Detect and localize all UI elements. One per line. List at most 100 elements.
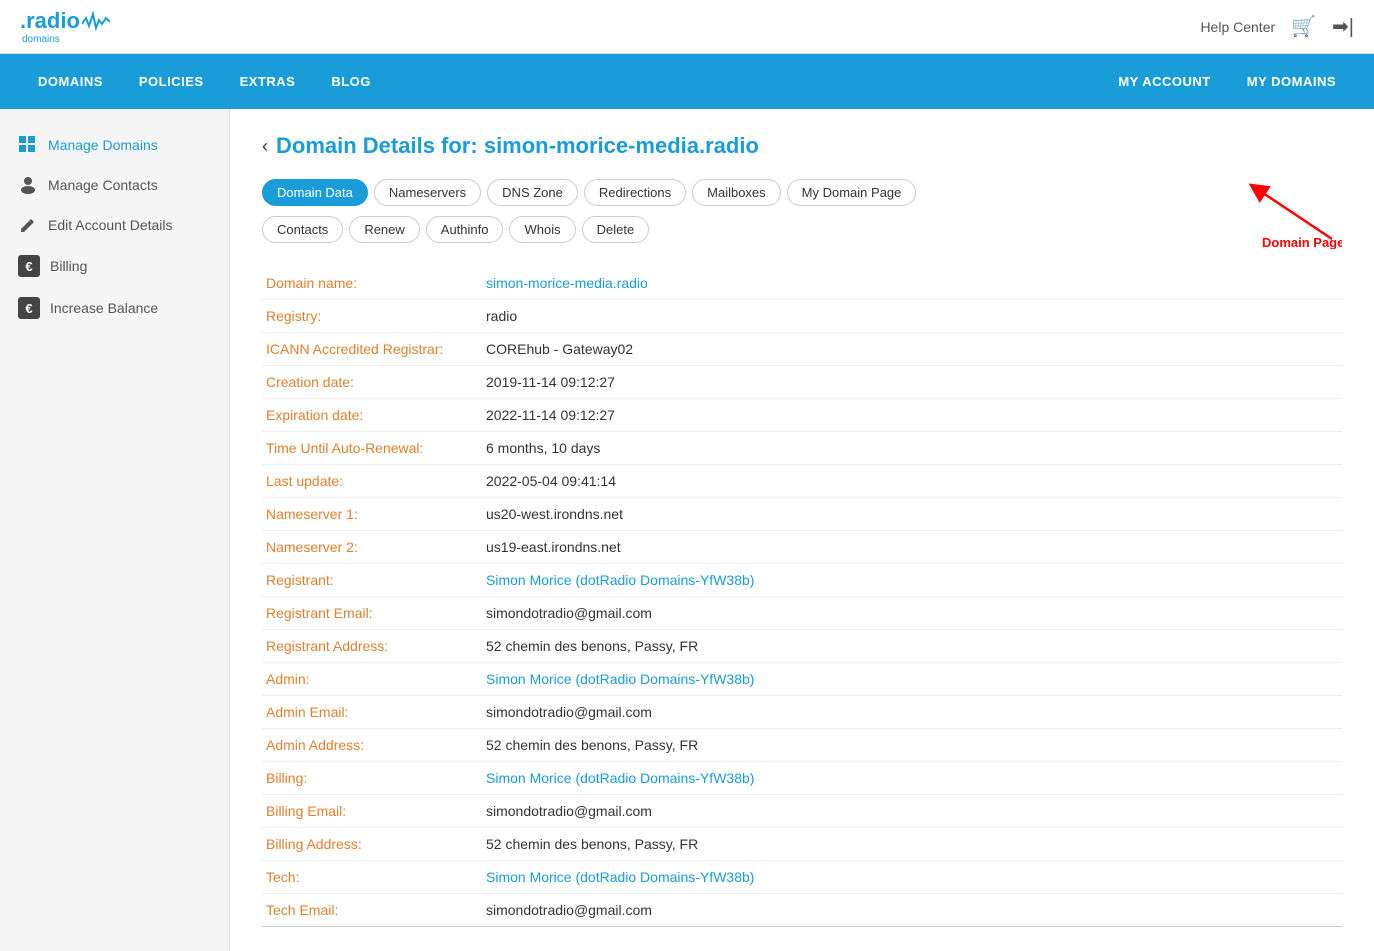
domain-field-value[interactable]: simon-morice-media.radio [482,267,1342,300]
logo-wave-icon [82,10,110,32]
domain-field-value[interactable]: Simon Morice (dotRadio Domains-YfW38b) [482,663,1342,696]
tab-renew[interactable]: Renew [349,216,419,243]
sidebar-label-edit-account: Edit Account Details [48,217,173,233]
domain-field-value: us20-west.irondns.net [482,498,1342,531]
domain-field-label: Admin: [262,663,482,696]
tab-my-domain-page[interactable]: My Domain Page [787,179,917,206]
domain-field-label: Creation date: [262,366,482,399]
nav-domains[interactable]: DOMAINS [20,54,121,109]
page-title-area: ‹ Domain Details for: simon-morice-media… [262,133,1342,159]
domain-field-label: Last update: [262,465,482,498]
tabs-container: Domain Data Nameservers DNS Zone Redirec… [262,179,1342,206]
domain-field-label: Expiration date: [262,399,482,432]
content-area: ‹ Domain Details for: simon-morice-media… [230,109,1374,951]
domain-field-value: COREhub - Gateway02 [482,333,1342,366]
nav-extras[interactable]: EXTRAS [222,54,314,109]
domain-field-value[interactable]: Simon Morice (dotRadio Domains-YfW38b) [482,564,1342,597]
domain-field-label: Billing Email: [262,795,482,828]
table-row: Tech Email:simondotradio@gmail.com [262,894,1342,927]
domain-field-value: simondotradio@gmail.com [482,894,1342,927]
nav-my-domains[interactable]: MY DOMAINS [1229,54,1354,109]
table-row: Registrant Email:simondotradio@gmail.com [262,597,1342,630]
domain-field-label: Domain name: [262,267,482,300]
domain-field-label: Billing Address: [262,828,482,861]
domain-field-value: radio [482,300,1342,333]
table-row: Billing Address:52 chemin des benons, Pa… [262,828,1342,861]
domain-field-value: 52 chemin des benons, Passy, FR [482,630,1342,663]
cart-icon[interactable]: 🛒 [1291,14,1316,39]
sidebar-label-billing: Billing [50,258,87,274]
tab-domain-data[interactable]: Domain Data [262,179,368,206]
domain-field-label: Registrant Address: [262,630,482,663]
domain-field-value: 2019-11-14 09:12:27 [482,366,1342,399]
domain-field-label: ICANN Accredited Registrar: [262,333,482,366]
domain-field-label: Admin Address: [262,729,482,762]
table-row: Tech:Simon Morice (dotRadio Domains-YfW3… [262,861,1342,894]
logo[interactable]: .radio domains [20,8,110,45]
domain-field-value: simondotradio@gmail.com [482,597,1342,630]
grid-icon [18,135,38,155]
domain-field-value: 52 chemin des benons, Passy, FR [482,828,1342,861]
domain-field-label: Nameserver 1: [262,498,482,531]
sidebar-label-manage-domains: Manage Domains [48,137,158,153]
domain-field-value: us19-east.irondns.net [482,531,1342,564]
tab-authinfo[interactable]: Authinfo [426,216,504,243]
balance-icon: € [18,297,40,319]
domain-field-value: simondotradio@gmail.com [482,795,1342,828]
sidebar-label-manage-contacts: Manage Contacts [48,177,158,193]
logo-domains: domains [22,34,60,45]
login-icon[interactable]: ➡| [1332,14,1354,39]
table-row: Registry:radio [262,300,1342,333]
domain-data-table: Domain name:simon-morice-media.radioRegi… [262,267,1342,927]
sidebar-item-edit-account[interactable]: Edit Account Details [0,205,229,245]
domain-field-value[interactable]: Simon Morice (dotRadio Domains-YfW38b) [482,762,1342,795]
person-icon [18,175,38,195]
tab-dns-zone[interactable]: DNS Zone [487,179,578,206]
nav-policies[interactable]: POLICIES [121,54,222,109]
sidebar-item-manage-contacts[interactable]: Manage Contacts [0,165,229,205]
billing-icon: € [18,255,40,277]
domain-field-label: Tech Email: [262,894,482,927]
sidebar-item-increase-balance[interactable]: € Increase Balance [0,287,229,329]
back-arrow-icon[interactable]: ‹ [262,136,268,157]
table-row: Last update:2022-05-04 09:41:14 [262,465,1342,498]
table-row: Expiration date:2022-11-14 09:12:27 [262,399,1342,432]
table-row: Admin Address:52 chemin des benons, Pass… [262,729,1342,762]
nav-blog[interactable]: BLOG [313,54,389,109]
help-center-link[interactable]: Help Center [1200,19,1275,35]
table-row: Registrant Address:52 chemin des benons,… [262,630,1342,663]
domain-field-label: Time Until Auto-Renewal: [262,432,482,465]
sidebar-item-billing[interactable]: € Billing [0,245,229,287]
table-row: ICANN Accredited Registrar:COREhub - Gat… [262,333,1342,366]
domain-field-label: Nameserver 2: [262,531,482,564]
tab-mailboxes[interactable]: Mailboxes [692,179,781,206]
top-right-area: Help Center 🛒 ➡| [1200,14,1354,39]
tab-whois[interactable]: Whois [509,216,575,243]
sidebar-item-manage-domains[interactable]: Manage Domains [0,125,229,165]
nav-left: DOMAINS POLICIES EXTRAS BLOG [20,54,389,109]
domain-field-value: 6 months, 10 days [482,432,1342,465]
domain-field-value[interactable]: Simon Morice (dotRadio Domains-YfW38b) [482,861,1342,894]
tab-delete[interactable]: Delete [582,216,650,243]
nav-my-account[interactable]: MY ACCOUNT [1100,54,1228,109]
domain-field-label: Registry: [262,300,482,333]
sidebar: Manage Domains Manage Contacts Edit Acco… [0,109,230,951]
tab-nameservers[interactable]: Nameservers [374,179,481,206]
table-row: Domain name:simon-morice-media.radio [262,267,1342,300]
tabs-row-1: Domain Data Nameservers DNS Zone Redirec… [262,179,1342,206]
logo-text: .radio [20,8,80,34]
domain-field-label: Registrant: [262,564,482,597]
top-bar: .radio domains Help Center 🛒 ➡| [0,0,1374,54]
domain-field-label: Registrant Email: [262,597,482,630]
tab-redirections[interactable]: Redirections [584,179,686,206]
table-row: Time Until Auto-Renewal:6 months, 10 day… [262,432,1342,465]
domain-field-label: Tech: [262,861,482,894]
table-row: Admin:Simon Morice (dotRadio Domains-YfW… [262,663,1342,696]
domain-field-value: 52 chemin des benons, Passy, FR [482,729,1342,762]
domain-field-label: Billing: [262,762,482,795]
nav-right: MY ACCOUNT MY DOMAINS [1100,54,1354,109]
table-row: Creation date:2019-11-14 09:12:27 [262,366,1342,399]
sidebar-label-increase-balance: Increase Balance [50,300,158,316]
pencil-icon [18,215,38,235]
tab-contacts[interactable]: Contacts [262,216,343,243]
